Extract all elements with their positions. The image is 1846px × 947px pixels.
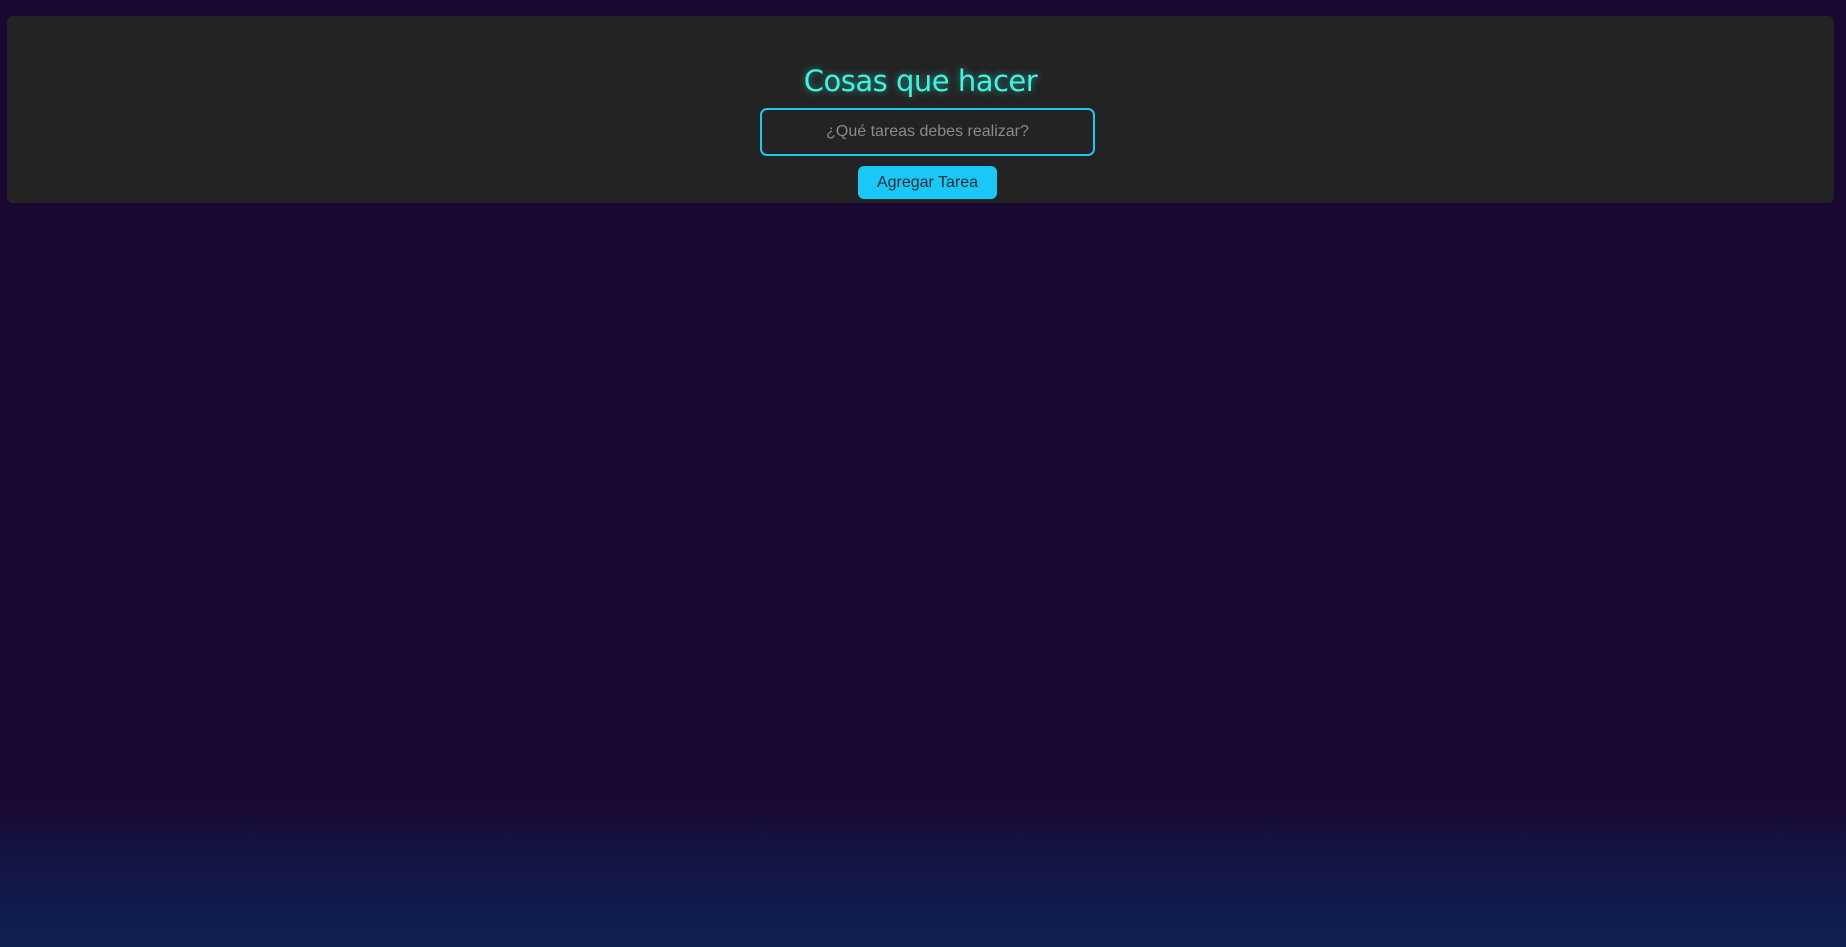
task-input[interactable] xyxy=(760,108,1095,156)
app-body: { "app": { "title": "Cosas que hacer" },… xyxy=(0,0,1846,947)
todo-header-panel: Cosas que hacer Agregar Tarea xyxy=(7,16,1834,203)
add-task-button[interactable]: Agregar Tarea xyxy=(858,166,997,199)
page-title: Cosas que hacer xyxy=(803,64,1038,98)
